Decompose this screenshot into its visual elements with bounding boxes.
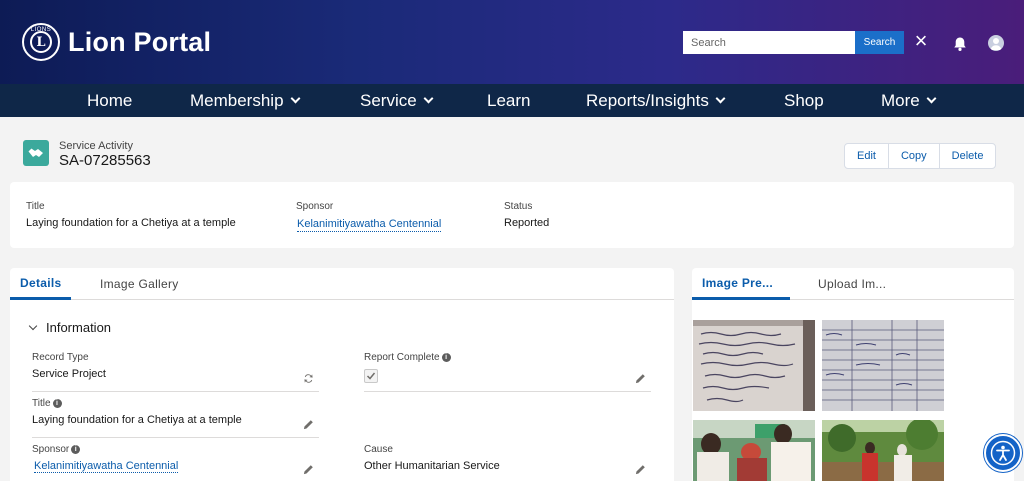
edit-button[interactable]: Edit	[845, 144, 889, 168]
tab-image-gallery[interactable]: Image Gallery	[100, 268, 179, 300]
tab-details[interactable]: Details	[10, 268, 72, 300]
highlights-panel: Title Laying foundation for a Chetiya at…	[10, 182, 1014, 248]
cause-value: Other Humanitarian Service	[364, 460, 500, 472]
tab-image-preview[interactable]: Image Pre...	[692, 268, 790, 300]
lions-emblem-icon: LIONS L	[22, 23, 60, 61]
details-tabbar: Details Image Gallery	[10, 268, 674, 300]
record-type-value: Service Project	[32, 368, 106, 380]
details-title-value: Laying foundation for a Chetiya at a tem…	[32, 414, 242, 426]
pencil-icon[interactable]	[303, 419, 314, 430]
copy-button[interactable]: Copy	[889, 144, 940, 168]
title-value: Laying foundation for a Chetiya at a tem…	[26, 217, 236, 229]
record-actions: Edit Copy Delete	[844, 143, 997, 169]
info-icon[interactable]: i	[71, 445, 81, 454]
handwritten-document-image	[693, 320, 815, 411]
change-record-type-icon[interactable]	[303, 373, 314, 384]
chevron-down-icon	[926, 93, 937, 104]
checkmark-icon	[366, 372, 376, 380]
app-title: Lion Portal	[68, 26, 212, 57]
info-icon[interactable]: i	[441, 353, 451, 362]
outdoor-photo-image	[822, 420, 944, 481]
accessibility-icon	[990, 440, 1016, 466]
nav-shop[interactable]: Shop	[784, 84, 824, 117]
field-divider	[364, 391, 651, 392]
pencil-icon[interactable]	[303, 464, 314, 475]
sponsor-label: Sponsor	[296, 201, 334, 212]
handshake-icon	[23, 140, 49, 166]
section-information[interactable]: Information	[28, 320, 111, 335]
details-sponsor-link[interactable]: Kelanimitiyawatha Centennial	[34, 460, 179, 473]
bell-icon[interactable]	[952, 36, 968, 52]
nav-more[interactable]: More	[881, 84, 937, 117]
field-divider	[32, 437, 319, 438]
details-sponsor-label: Sponsor i	[32, 444, 81, 455]
close-icon[interactable]: ×	[912, 30, 930, 52]
nav-reports-insights[interactable]: Reports/Insights	[586, 84, 726, 117]
tab-upload-image[interactable]: Upload Im...	[818, 268, 886, 300]
image-tabbar: Image Pre... Upload Im...	[692, 268, 1014, 300]
accessibility-button[interactable]	[984, 434, 1022, 472]
lions-logo[interactable]: LIONS L Lion Portal	[22, 23, 211, 61]
cause-label: Cause	[364, 444, 393, 455]
details-card: Details Image Gallery Information Record…	[10, 268, 674, 481]
title-label: Title	[26, 201, 45, 212]
chevron-down-icon	[28, 321, 38, 331]
nav-membership[interactable]: Membership	[190, 84, 300, 117]
sponsor-link[interactable]: Kelanimitiyawatha Centennial	[297, 218, 442, 232]
image-thumbnail[interactable]	[822, 320, 944, 411]
user-icon	[990, 38, 1002, 50]
image-card: Image Pre... Upload Im...	[692, 268, 1014, 481]
delete-button[interactable]: Delete	[940, 144, 996, 168]
chevron-down-icon	[423, 93, 434, 104]
portal-header: LIONS L Lion Portal Search ×	[0, 0, 1024, 84]
search-button[interactable]: Search	[855, 31, 904, 54]
status-value: Reported	[504, 217, 550, 229]
main-nav: Home Membership Service Learn Reports/In…	[0, 84, 1024, 117]
record-id: SA-07285563	[59, 152, 151, 169]
nav-home[interactable]: Home	[87, 84, 132, 117]
nav-service[interactable]: Service	[360, 84, 434, 117]
register-document-image	[822, 320, 944, 411]
report-complete-checkbox	[364, 369, 378, 383]
image-thumbnail[interactable]	[693, 420, 815, 481]
ceremony-photo-image	[693, 420, 815, 481]
image-thumbnail[interactable]	[693, 320, 815, 411]
pencil-icon[interactable]	[635, 464, 646, 475]
info-icon[interactable]: i	[52, 399, 62, 408]
record-type-label: Record Type	[32, 352, 89, 363]
search-input[interactable]	[683, 31, 855, 54]
chevron-down-icon	[290, 93, 300, 104]
pencil-icon[interactable]	[635, 373, 646, 384]
chevron-down-icon	[715, 93, 726, 104]
details-title-label: Title i	[32, 398, 62, 409]
nav-learn[interactable]: Learn	[487, 84, 530, 117]
avatar[interactable]	[988, 35, 1004, 51]
image-thumbnail[interactable]	[822, 420, 944, 481]
report-complete-label: Report Complete i	[364, 352, 451, 363]
status-label: Status	[504, 201, 533, 212]
field-divider	[32, 391, 319, 392]
record-object-type: Service Activity	[59, 140, 133, 152]
